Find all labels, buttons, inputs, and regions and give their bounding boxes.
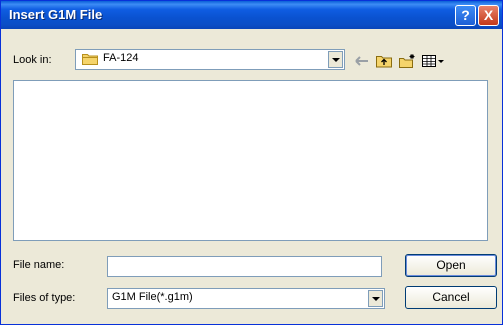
close-button[interactable]: X bbox=[478, 5, 499, 26]
look-in-dropdown-arrow[interactable] bbox=[328, 51, 343, 68]
files-of-type-label: Files of type: bbox=[13, 292, 76, 304]
look-in-select[interactable]: FA-124 bbox=[75, 49, 345, 70]
files-of-type-dropdown-arrow[interactable] bbox=[368, 290, 383, 307]
open-button[interactable]: Open bbox=[405, 254, 497, 277]
up-folder-icon[interactable] bbox=[375, 53, 393, 69]
dialog-title: Insert G1M File bbox=[9, 7, 103, 22]
folder-icon bbox=[82, 54, 98, 65]
look-in-label: Look in: bbox=[13, 54, 52, 66]
file-name-input[interactable] bbox=[107, 256, 382, 277]
look-in-value: FA-124 bbox=[103, 52, 139, 64]
back-arrow-icon[interactable] bbox=[353, 53, 371, 69]
files-of-type-select[interactable]: G1M File(*.g1m) bbox=[107, 288, 385, 309]
cancel-button[interactable]: Cancel bbox=[405, 286, 497, 309]
insert-g1m-dialog: Insert G1M File ? X Look in: FA-124 File… bbox=[0, 0, 503, 325]
file-list[interactable] bbox=[13, 80, 488, 241]
files-of-type-value: G1M File(*.g1m) bbox=[112, 291, 193, 303]
help-button[interactable]: ? bbox=[455, 5, 476, 26]
view-menu-icon[interactable] bbox=[421, 53, 445, 69]
file-name-label: File name: bbox=[13, 259, 65, 271]
title-bar[interactable]: Insert G1M File ? X bbox=[1, 1, 502, 29]
new-folder-icon[interactable] bbox=[398, 53, 416, 69]
